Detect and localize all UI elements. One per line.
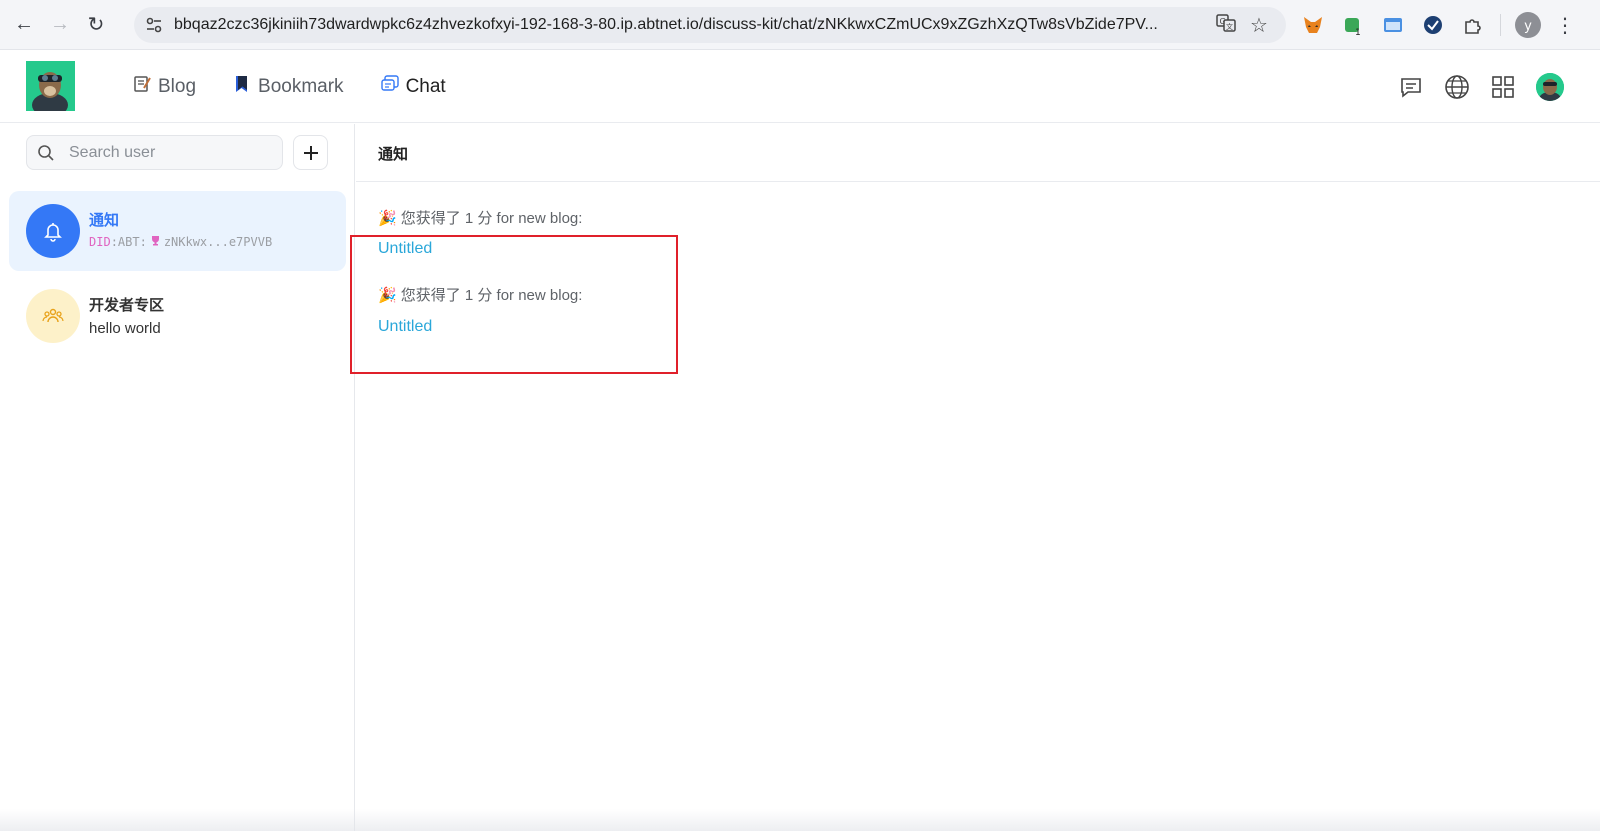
bookmark-star-icon[interactable]: ☆ (1250, 13, 1268, 38)
browser-toolbar: ← → ↻ bbqaz2czc36jkiniih73dwardwpkc6z4zh… (0, 0, 1600, 50)
nav-bookmark[interactable]: Bookmark (232, 74, 344, 100)
chat-header-divider (356, 181, 1600, 182)
address-bar[interactable]: bbqaz2czc36jkiniih73dwardwpkc6z4zhvezkof… (134, 7, 1286, 43)
reload-icon[interactable]: ↻ (78, 7, 114, 43)
chat-panel: 通知 🎉 您获得了 1 分 for new blog: Untitled 🎉 您… (356, 124, 1600, 831)
toolbar-divider (1500, 14, 1501, 36)
conversation-preview: hello world (89, 320, 161, 337)
svg-text:1: 1 (1355, 28, 1361, 36)
svg-text:文: 文 (1226, 22, 1233, 31)
nav-bookmark-label: Bookmark (258, 76, 344, 97)
conversation-sidebar: 通知 DID :ABT: zNKkwx...e7PVVB 开发者专区 hello… (0, 124, 355, 831)
site-logo[interactable] (26, 61, 75, 111)
did-separator: :ABT: (110, 235, 147, 249)
conversation-notification[interactable]: 通知 DID :ABT: zNKkwx...e7PVVB (9, 191, 346, 271)
back-icon[interactable]: ← (6, 7, 42, 43)
conversation-developer-zone[interactable]: 开发者专区 hello world (9, 276, 346, 356)
nav-chat[interactable]: Chat (380, 74, 446, 100)
chat-title: 通知 (378, 146, 409, 163)
group-icon (26, 289, 80, 343)
party-popper-icon: 🎉 (378, 209, 397, 227)
search-user-input[interactable] (69, 143, 269, 162)
nav-blog[interactable]: Blog (132, 74, 196, 100)
apps-grid-icon[interactable] (1490, 74, 1516, 100)
did-trophy-icon (150, 235, 161, 249)
translate-icon[interactable]: G文 (1216, 13, 1236, 38)
url-text[interactable]: bbqaz2czc36jkiniih73dwardwpkc6z4zhvezkof… (174, 16, 1210, 34)
forward-icon[interactable]: → (42, 7, 78, 43)
wallet-extension-icon[interactable]: 1 (1340, 12, 1366, 38)
window-bottom-edge (0, 809, 1600, 831)
browser-profile-avatar[interactable]: y (1515, 12, 1541, 38)
conversation-title: 通知 (89, 212, 120, 229)
header-actions (1398, 51, 1564, 123)
search-box[interactable] (26, 135, 283, 170)
browser-menu-icon[interactable]: ⋮ (1555, 13, 1575, 38)
extensions-puzzle-icon[interactable] (1460, 12, 1486, 38)
blog-icon (132, 74, 152, 100)
notification-bell-icon (26, 204, 80, 258)
globe-icon[interactable] (1444, 74, 1470, 100)
add-conversation-button[interactable] (293, 135, 328, 170)
main-nav: Blog Bookmark Chat (132, 51, 446, 123)
nav-chat-label: Chat (405, 76, 446, 97)
site-settings-icon[interactable] (134, 16, 174, 34)
conversation-title: 开发者专区 (89, 297, 165, 314)
nav-blog-label: Blog (158, 76, 197, 97)
user-avatar[interactable] (1536, 73, 1564, 101)
did-prefix: DID (89, 235, 111, 249)
did-value: zNKkwx...e7PVVB (163, 235, 273, 249)
metamask-extension-icon[interactable] (1300, 12, 1326, 38)
message-text: 您获得了 1 分 for new blog: (400, 210, 583, 227)
search-icon (38, 144, 54, 161)
message-item: 🎉 您获得了 1 分 for new blog: (378, 207, 582, 228)
window-extension-icon[interactable] (1380, 12, 1406, 38)
message-icon[interactable] (1398, 74, 1424, 100)
conversation-did: DID :ABT: zNKkwx...e7PVVB (89, 235, 272, 249)
app-header: Blog Bookmark Chat (0, 51, 1600, 123)
check-extension-icon[interactable] (1420, 12, 1446, 38)
chat-icon (380, 74, 400, 100)
bookmark-icon (232, 74, 252, 100)
highlight-annotation-box (350, 235, 678, 374)
plus-icon (303, 145, 318, 160)
